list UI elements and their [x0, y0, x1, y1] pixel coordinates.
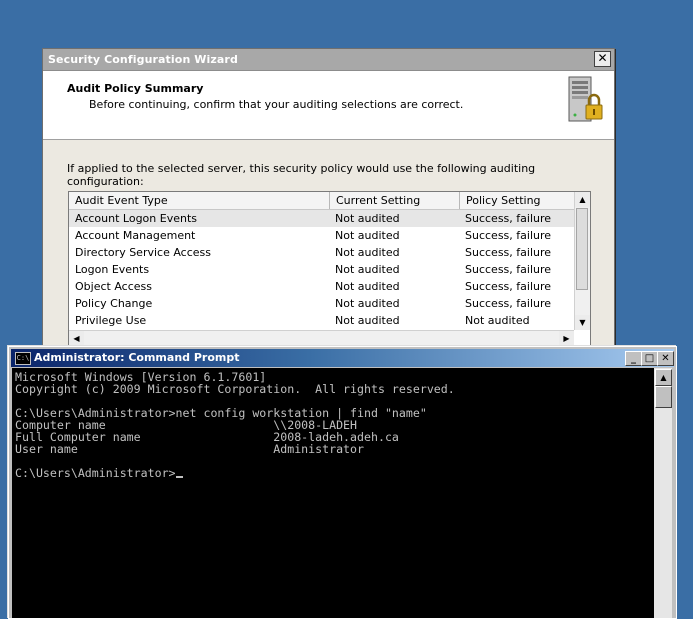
policy-setting-cell: Not audited [465, 314, 530, 327]
list-rows: Account Logon Events Not audited Success, … [69, 210, 574, 329]
current-setting-cell: Not audited [335, 212, 400, 225]
cmd-icon[interactable]: C:\ [15, 352, 31, 365]
table-row[interactable]: Logon Events Not audited Success, failure [69, 261, 574, 278]
page-subtitle: Before continuing, confirm that your aud… [89, 98, 464, 111]
current-setting-cell: Not audited [335, 263, 400, 276]
column-header-policy-setting[interactable]: Policy Setting [460, 192, 574, 209]
command-prompt-window: C:\ Administrator: Command Prompt _ □ ✕ … [8, 346, 677, 619]
wizard-title: Security Configuration Wizard [48, 53, 238, 66]
column-header-audit-event-type[interactable]: Audit Event Type [69, 192, 330, 209]
scroll-left-icon[interactable]: ◀ [69, 331, 84, 346]
current-setting-cell: Not audited [335, 246, 400, 259]
audit-event-type-cell: Policy Change [75, 297, 153, 310]
audit-policy-list[interactable]: Audit Event Type Current Setting Policy … [68, 191, 591, 347]
list-vertical-scrollbar[interactable]: ▲ ▼ [574, 192, 590, 330]
current-setting-cell: Not audited [335, 229, 400, 242]
server-lock-icon [568, 76, 603, 122]
audit-event-type-cell: Object Access [75, 280, 152, 293]
table-row[interactable]: Account Logon Events Not audited Success, … [69, 210, 574, 227]
text-cursor [175, 476, 183, 478]
console-line: C:\Users\Administrator> [15, 466, 176, 480]
scroll-thumb[interactable] [576, 208, 588, 290]
audit-event-type-cell: Logon Events [75, 263, 150, 276]
list-horizontal-scrollbar[interactable]: ◀ ▶ [69, 330, 574, 346]
table-row[interactable]: Privilege Use Not audited Not audited [69, 312, 574, 329]
audit-event-type-cell: Privilege Use [75, 314, 147, 327]
cmd-titlebar[interactable]: C:\ Administrator: Command Prompt _ □ ✕ [11, 349, 674, 367]
page-title: Audit Policy Summary [67, 82, 204, 95]
current-setting-cell: Not audited [335, 280, 400, 293]
table-row[interactable]: Account Management Not audited Success, fa… [69, 227, 574, 244]
wizard-close-button[interactable]: ✕ [594, 51, 611, 67]
table-row[interactable]: Policy Change Not audited Success, failure [69, 295, 574, 312]
policy-setting-cell: Success, failure [465, 297, 552, 310]
maximize-button[interactable]: □ [641, 351, 658, 366]
policy-setting-cell: Success, failure [465, 246, 552, 259]
console-output[interactable]: Microsoft Windows [Version 6.1.7601] Cop… [12, 368, 654, 618]
scroll-right-icon[interactable]: ▶ [559, 331, 574, 346]
close-button[interactable]: ✕ [657, 351, 674, 366]
policy-setting-cell: Success, failure [465, 229, 552, 242]
audit-event-type-cell: Account Management [75, 229, 196, 242]
list-header: Audit Event Type Current Setting Policy … [69, 192, 574, 210]
column-header-current-setting[interactable]: Current Setting [330, 192, 460, 209]
intro-text: If applied to the selected server, this … [67, 162, 536, 188]
table-row[interactable]: Directory Service Access Not audited Succe… [69, 244, 574, 261]
policy-setting-cell: Success, failure [465, 280, 552, 293]
scroll-down-icon[interactable]: ▼ [575, 315, 590, 330]
current-setting-cell: Not audited [335, 314, 400, 327]
security-configuration-wizard-window: Security Configuration Wizard ✕ Audit Po… [42, 48, 615, 350]
cmd-scroll-thumb[interactable] [655, 386, 672, 408]
current-setting-cell: Not audited [335, 297, 400, 310]
cmd-scroll-up-icon[interactable]: ▲ [655, 369, 672, 386]
scroll-up-icon[interactable]: ▲ [575, 192, 590, 207]
minimize-button[interactable]: _ [625, 351, 642, 366]
audit-event-type-cell: Account Logon Events [75, 212, 197, 225]
wizard-titlebar[interactable]: Security Configuration Wizard ✕ [43, 49, 614, 71]
cmd-title: Administrator: Command Prompt [34, 351, 240, 364]
console-text: Microsoft Windows [Version 6.1.7601] Cop… [15, 371, 455, 479]
table-row[interactable]: Object Access Not audited Success, failure [69, 278, 574, 295]
policy-setting-cell: Success, failure [465, 212, 552, 225]
policy-setting-cell: Success, failure [465, 263, 552, 276]
wizard-header: Audit Policy Summary Before continuing, … [43, 71, 614, 140]
cmd-vertical-scrollbar[interactable]: ▲ [654, 368, 672, 618]
console-line: User name Administrator [15, 442, 365, 456]
audit-event-type-cell: Directory Service Access [75, 246, 212, 259]
console-line: Copyright (c) 2009 Microsoft Corporation… [15, 382, 455, 396]
